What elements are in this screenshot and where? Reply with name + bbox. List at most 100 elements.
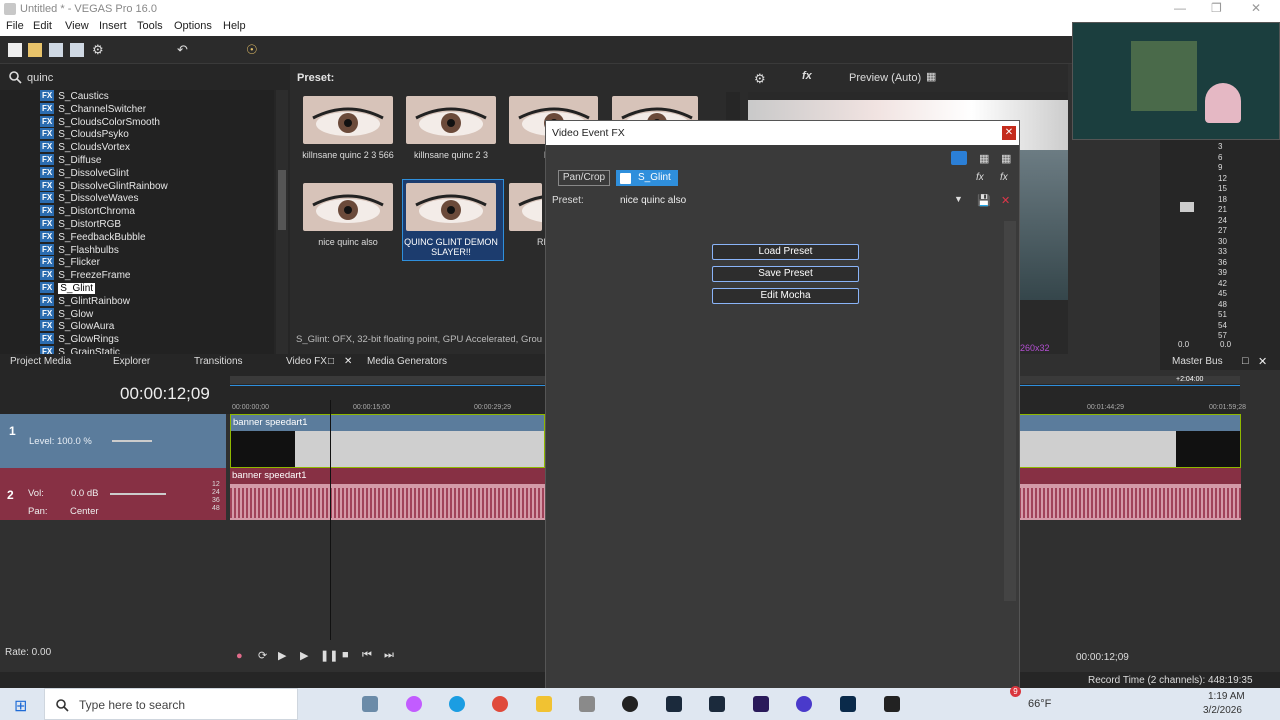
preview-settings-icon[interactable]: ⚙ xyxy=(754,71,766,87)
fx-list-item[interactable]: FX S_CloudsPsyko xyxy=(40,128,129,141)
menu-tools[interactable]: Tools xyxy=(137,20,163,32)
level-slider[interactable] xyxy=(112,440,152,442)
playhead[interactable] xyxy=(330,400,331,640)
fx-list-item[interactable]: FX S_Diffuse xyxy=(40,154,101,167)
file-explorer-icon[interactable] xyxy=(536,696,552,712)
taskbar-search-box[interactable]: Type here to search xyxy=(44,688,298,720)
fx-list-item[interactable]: FX S_DissolveGlintRainbow xyxy=(40,179,168,193)
obs-icon[interactable] xyxy=(622,696,638,712)
menu-file[interactable]: File xyxy=(6,20,24,32)
play-icon[interactable]: ▶ xyxy=(300,649,308,662)
edge-icon[interactable] xyxy=(449,696,465,712)
vegas-icon[interactable] xyxy=(666,696,682,712)
remove-plugin-icon[interactable]: fx xyxy=(1000,172,1008,183)
menu-insert[interactable]: Insert xyxy=(99,20,127,32)
tab-video-fx-close-icon[interactable]: ✕ xyxy=(344,356,352,367)
menu-edit[interactable]: Edit xyxy=(33,20,52,32)
fx-list-item[interactable]: FX S_Caustics xyxy=(40,90,109,103)
dialog-title-bar[interactable]: Video Event FX ✕ xyxy=(546,121,1019,145)
fx-list-item[interactable]: FX S_GlintRainbow xyxy=(40,294,130,308)
clock-time[interactable]: 1:19 AM xyxy=(1208,691,1245,702)
menu-help[interactable]: Help xyxy=(223,20,246,32)
fx-list-item[interactable]: FX S_DissolveWaves xyxy=(40,192,138,205)
list-view-icon[interactable] xyxy=(951,151,967,165)
fx-list-item[interactable]: FX S_DistortRGB xyxy=(40,218,121,231)
fx-list-item[interactable]: FX S_DistortChroma xyxy=(40,205,135,218)
fx-list-scrollbar[interactable] xyxy=(276,90,288,354)
fx-list-item[interactable]: FX S_Glint xyxy=(40,282,96,295)
video-clip[interactable]: banner speedart1 xyxy=(230,414,545,468)
load-preset-button[interactable]: Load Preset xyxy=(712,244,859,260)
record-icon[interactable]: ● xyxy=(236,650,243,662)
chain-pan-crop-button[interactable]: Pan/Crop xyxy=(558,170,610,186)
save-as-icon[interactable] xyxy=(70,43,84,57)
properties-gear-icon[interactable]: ⚙ xyxy=(92,43,106,57)
fx-list-item[interactable]: FX S_GrainStatic xyxy=(40,346,120,354)
after-effects-icon[interactable] xyxy=(753,696,769,712)
audio-track-header[interactable]: 2 Vol: 0.0 dB Pan: Center 12 24 36 48 xyxy=(0,468,226,520)
grid-icon[interactable]: ▦ xyxy=(926,70,936,83)
tab-project-media[interactable]: Project Media xyxy=(10,356,71,367)
windows-start-icon[interactable]: ⊞ xyxy=(14,696,27,716)
tab-video-fx[interactable]: Video FX xyxy=(286,356,327,367)
fx-list-item[interactable]: FX S_Flicker xyxy=(40,256,100,269)
fx-list-item[interactable]: FX S_GlowRings xyxy=(40,333,119,346)
fx-list-item[interactable]: FX S_CloudsColorSmooth xyxy=(40,115,160,129)
capcut-icon[interactable] xyxy=(884,696,900,712)
volume-slider[interactable] xyxy=(110,493,166,495)
stop-icon[interactable]: ■ xyxy=(342,649,349,661)
save-icon[interactable] xyxy=(49,43,63,57)
clock-date[interactable]: 3/2/2026 xyxy=(1203,705,1242,716)
task-view-icon[interactable] xyxy=(362,696,378,712)
menu-view[interactable]: View xyxy=(65,20,89,32)
undo-icon[interactable]: ↶ xyxy=(177,43,191,57)
master-bus-close-icon[interactable]: ✕ xyxy=(1258,355,1267,368)
vegas-alt-icon[interactable] xyxy=(709,696,725,712)
app-icon[interactable] xyxy=(579,696,595,712)
tiles-view-icon[interactable]: ▦ xyxy=(979,152,989,165)
dialog-scrollbar[interactable] xyxy=(1004,221,1016,601)
open-icon[interactable] xyxy=(28,43,42,57)
cinema4d-icon[interactable] xyxy=(796,696,812,712)
menu-options[interactable]: Options xyxy=(174,20,212,32)
fx-list-item[interactable]: FX S_FreezeFrame xyxy=(40,269,130,282)
restore-icon[interactable]: ❐ xyxy=(1211,1,1222,15)
delete-preset-icon[interactable]: ✕ xyxy=(1001,194,1010,207)
master-bus-dock-icon[interactable]: □ xyxy=(1242,355,1249,367)
fx-search-input[interactable]: quinc xyxy=(27,72,53,84)
tab-media-generators[interactable]: Media Generators xyxy=(367,356,447,367)
save-preset-button[interactable]: Save Preset xyxy=(712,266,859,282)
photoshop-icon[interactable] xyxy=(840,696,856,712)
go-to-start-icon[interactable]: ⏮ xyxy=(362,649,372,662)
tab-transitions[interactable]: Transitions xyxy=(194,356,243,367)
dialog-preset-select[interactable]: nice quinc also ▼ xyxy=(618,192,966,210)
weather-temp[interactable]: 66°F xyxy=(1028,698,1051,710)
tab-video-fx-dock-icon[interactable]: □ xyxy=(328,356,334,367)
copilot-icon[interactable] xyxy=(406,696,422,712)
audio-clip-end[interactable] xyxy=(1019,468,1241,520)
fx-list-item[interactable]: FX S_FeedbackBubble xyxy=(40,230,146,244)
plugin-chain-icon[interactable]: fx xyxy=(976,172,984,183)
minimize-icon[interactable]: — xyxy=(1174,1,1186,15)
audio-clip[interactable]: banner speedart1 xyxy=(230,468,545,520)
master-volume-fader[interactable] xyxy=(1180,202,1194,212)
close-icon[interactable]: ✕ xyxy=(1251,1,1261,15)
dialog-close-icon[interactable]: ✕ xyxy=(1002,126,1016,140)
new-project-icon[interactable] xyxy=(8,43,22,57)
video-track-header[interactable]: 1 Level: 100.0 % xyxy=(0,414,226,468)
loop-icon[interactable]: ⟳ xyxy=(258,649,267,662)
grid-view-icon[interactable]: ▦ xyxy=(1001,152,1011,165)
whats-this-icon[interactable]: ☉ xyxy=(246,43,260,57)
fx-list-item[interactable]: FX S_GlowAura xyxy=(40,320,114,333)
video-fx-icon[interactable]: fx xyxy=(802,70,812,82)
preview-quality-label[interactable]: Preview (Auto) xyxy=(849,72,921,84)
fx-list-item[interactable]: FX S_Flashbulbs xyxy=(40,243,119,257)
fx-list-item[interactable]: FX S_CloudsVortex xyxy=(40,141,130,154)
fx-list-item[interactable]: FX S_Glow xyxy=(40,307,93,321)
pause-icon[interactable]: ❚❚ xyxy=(320,649,338,662)
fx-list-item[interactable]: FX S_DissolveGlint xyxy=(40,166,129,180)
play-from-start-icon[interactable]: ▶ xyxy=(278,649,286,662)
s-glint-enable-checkbox[interactable] xyxy=(620,173,631,184)
chrome-icon[interactable] xyxy=(492,696,508,712)
fx-list-item[interactable]: FX S_ChannelSwitcher xyxy=(40,102,146,116)
